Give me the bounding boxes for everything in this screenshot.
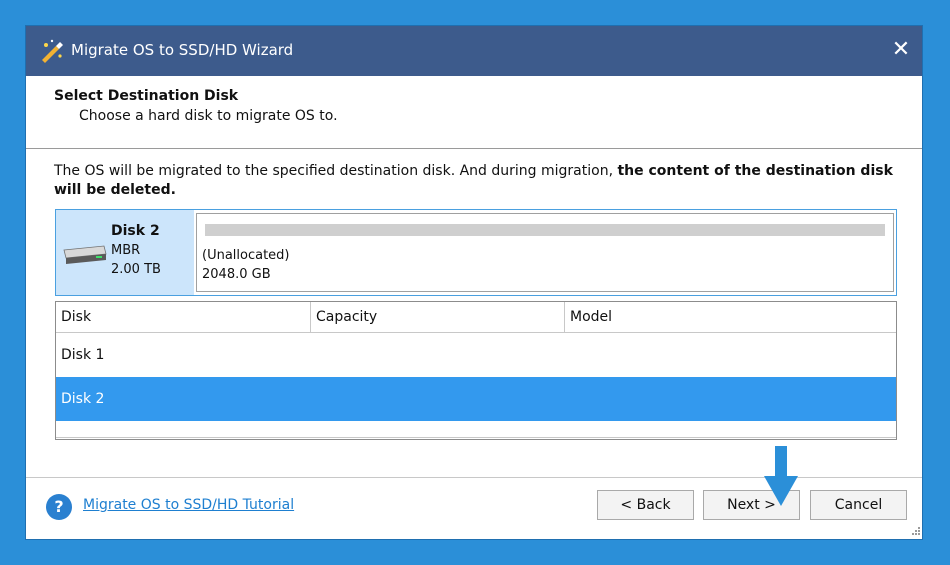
notice-text: The OS will be migrated to the specified… <box>54 163 618 179</box>
down-arrow-icon <box>764 446 798 506</box>
wizard-header: Select Destination Disk Choose a hard di… <box>26 76 922 149</box>
tutorial-link[interactable]: Migrate OS to SSD/HD Tutorial <box>83 497 294 513</box>
wizard-icon <box>42 39 63 63</box>
hard-disk-icon <box>63 245 107 264</box>
column-header-disk[interactable]: Disk <box>56 302 310 332</box>
window-title: Migrate OS to SSD/HD Wizard <box>71 41 294 59</box>
disk-name: Disk 2 <box>111 223 160 239</box>
migration-notice: The OS will be migrated to the specified… <box>54 162 904 200</box>
help-icon[interactable]: ? <box>46 494 72 520</box>
resize-grip-icon[interactable] <box>910 525 920 535</box>
close-icon[interactable]: ✕ <box>888 37 914 63</box>
step-subtitle: Choose a hard disk to migrate OS to. <box>79 108 338 124</box>
destination-disk-map[interactable]: Disk 2 MBR 2.00 TB (Unallocated) 2048.0 … <box>55 209 897 296</box>
cancel-button[interactable]: Cancel <box>810 490 907 520</box>
unallocated-partition[interactable]: (Unallocated) 2048.0 GB <box>196 213 894 292</box>
disk-scheme: MBR <box>111 243 141 258</box>
wizard-dialog: Migrate OS to SSD/HD Wizard ✕ Select Des… <box>26 26 922 539</box>
row-divider <box>56 437 896 438</box>
partition-usage-bar <box>205 224 885 236</box>
title-bar: Migrate OS to SSD/HD Wizard ✕ <box>26 26 922 76</box>
disk-info-panel: Disk 2 MBR 2.00 TB <box>56 210 194 295</box>
back-button[interactable]: < Back <box>597 490 694 520</box>
disk-list-table: Disk Capacity Model Disk 1 Disk 2 <box>55 301 897 440</box>
column-header-capacity[interactable]: Capacity <box>310 302 564 332</box>
partition-size: 2048.0 GB <box>202 267 271 282</box>
partition-label: (Unallocated) <box>202 248 290 263</box>
table-row-disk-2[interactable]: Disk 2 <box>56 377 896 421</box>
disk-size: 2.00 TB <box>111 262 161 277</box>
step-title: Select Destination Disk <box>54 88 239 104</box>
table-row-disk-1[interactable]: Disk 1 <box>56 333 896 377</box>
table-header: Disk Capacity Model <box>56 302 896 333</box>
column-header-model[interactable]: Model <box>564 302 896 332</box>
